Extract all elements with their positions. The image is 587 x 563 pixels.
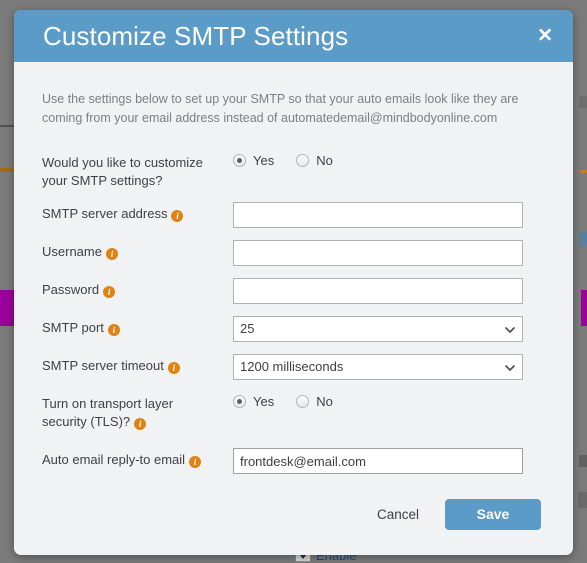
- info-icon[interactable]: i: [167, 362, 180, 374]
- radio-label-no: No: [316, 394, 333, 409]
- radio-label-yes: Yes: [253, 153, 275, 168]
- radio-label-no: No: [316, 153, 333, 168]
- background-divider: [0, 125, 14, 127]
- radio-customize-smtp-yes[interactable]: Yes: [233, 153, 274, 168]
- smtp-port-select[interactable]: 25: [233, 316, 523, 342]
- label-reply-to-email-text: Auto email reply-to email: [42, 452, 186, 467]
- control-tls: Yes No: [233, 391, 545, 409]
- radio-indicator-yes[interactable]: [233, 395, 246, 408]
- background-element-right-lower: [579, 455, 587, 467]
- info-icon[interactable]: i: [171, 210, 184, 222]
- control-customize-smtp: Yes No: [233, 150, 545, 168]
- label-tls-line2: security (TLS)?: [42, 414, 131, 429]
- radio-label-yes: Yes: [253, 394, 275, 409]
- dialog-footer: Cancel Save: [14, 485, 573, 555]
- info-icon[interactable]: i: [103, 286, 116, 298]
- label-tls: Turn on transport layer security (TLS)? i: [42, 391, 233, 431]
- info-icon[interactable]: i: [105, 248, 118, 260]
- control-reply-to-email: [233, 447, 545, 474]
- label-username-text: Username: [42, 244, 102, 259]
- label-customize-smtp-line2: your SMTP settings?: [42, 173, 163, 188]
- radio-indicator-yes[interactable]: [233, 154, 246, 167]
- info-icon[interactable]: i: [189, 456, 202, 468]
- background-orange-strip-left: [0, 168, 14, 172]
- username-input[interactable]: [233, 240, 523, 266]
- row-password: Password i: [42, 277, 545, 304]
- page-title: Customize SMTP Settings: [43, 21, 349, 51]
- intro-description: Use the settings below to set up your SM…: [42, 92, 519, 125]
- save-button[interactable]: Save: [445, 498, 541, 530]
- background-purple-marker-left: [0, 290, 14, 326]
- radio-indicator-no[interactable]: [296, 154, 310, 167]
- radio-tls-no[interactable]: No: [296, 394, 333, 409]
- radio-indicator-no[interactable]: [296, 395, 310, 408]
- background-element-right-bottom: [578, 492, 587, 508]
- radio-tls-yes[interactable]: Yes: [233, 394, 274, 409]
- label-smtp-port-text: SMTP port: [42, 320, 104, 335]
- background-element-right-mid: [579, 232, 587, 246]
- control-username: [233, 239, 545, 266]
- row-username: Username i: [42, 239, 545, 266]
- control-smtp-server-timeout: 1200 milliseconds: [233, 353, 545, 380]
- info-icon[interactable]: i: [134, 418, 147, 430]
- label-username: Username i: [42, 239, 233, 261]
- close-icon[interactable]: ✕: [533, 25, 557, 48]
- control-password: [233, 277, 545, 304]
- background-purple-marker-right: [581, 290, 587, 326]
- radio-group-tls: Yes No: [233, 392, 333, 409]
- label-smtp-server-timeout: SMTP server timeout i: [42, 353, 233, 375]
- background-element-right-top: [579, 96, 587, 108]
- smtp-port-select-value[interactable]: 25: [233, 316, 523, 342]
- smtp-server-timeout-select[interactable]: 1200 milliseconds: [233, 354, 523, 380]
- label-reply-to-email: Auto email reply-to email i: [42, 447, 233, 469]
- label-password-text: Password: [42, 282, 100, 297]
- label-customize-smtp: Would you like to customize your SMTP se…: [42, 150, 233, 190]
- reply-to-email-input[interactable]: [233, 448, 523, 474]
- control-smtp-server-address: [233, 201, 545, 228]
- row-reply-to-email: Auto email reply-to email i: [42, 447, 545, 474]
- label-customize-smtp-line1: Would you like to customize: [42, 155, 203, 170]
- row-smtp-server-address: SMTP server address i: [42, 201, 545, 228]
- customize-smtp-settings-dialog: Customize SMTP Settings ✕ Use the settin…: [14, 10, 573, 555]
- smtp-server-timeout-select-value[interactable]: 1200 milliseconds: [233, 354, 523, 380]
- cancel-button[interactable]: Cancel: [369, 501, 427, 528]
- control-smtp-port: 25: [233, 315, 545, 342]
- info-icon[interactable]: i: [107, 324, 120, 336]
- label-tls-line1: Turn on transport layer: [42, 396, 174, 411]
- dialog-body: Use the settings below to set up your SM…: [14, 62, 573, 485]
- row-smtp-port: SMTP port i 25: [42, 315, 545, 342]
- radio-customize-smtp-no[interactable]: No: [296, 153, 333, 168]
- label-smtp-server-address: SMTP server address i: [42, 201, 233, 223]
- label-smtp-port: SMTP port i: [42, 315, 233, 337]
- password-input[interactable]: [233, 278, 523, 304]
- row-tls: Turn on transport layer security (TLS)? i…: [42, 391, 545, 431]
- label-smtp-server-address-text: SMTP server address: [42, 206, 168, 221]
- smtp-server-address-input[interactable]: [233, 202, 523, 228]
- label-smtp-server-timeout-text: SMTP server timeout: [42, 358, 164, 373]
- row-smtp-server-timeout: SMTP server timeout i 1200 milliseconds: [42, 353, 545, 380]
- row-customize-smtp: Would you like to customize your SMTP se…: [42, 150, 545, 190]
- dialog-header: Customize SMTP Settings ✕: [14, 10, 573, 62]
- label-password: Password i: [42, 277, 233, 299]
- background-orange-strip-right: [580, 170, 587, 173]
- radio-group-customize-smtp: Yes No: [233, 151, 333, 168]
